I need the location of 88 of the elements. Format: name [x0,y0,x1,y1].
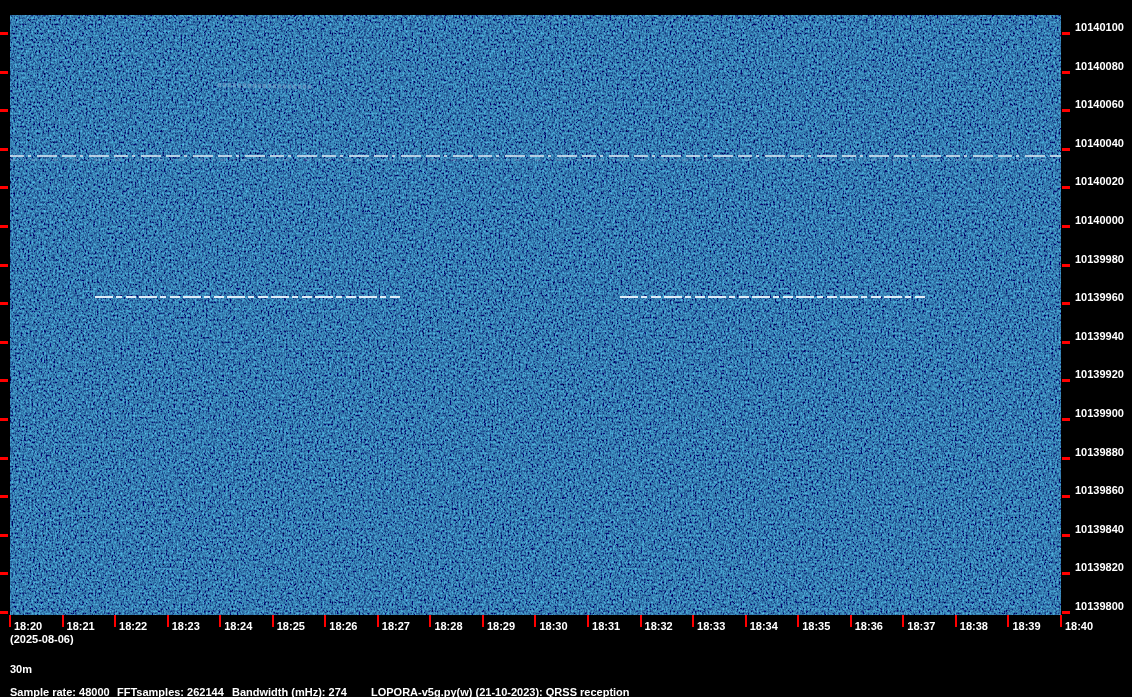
time-label: 18:31 [592,620,621,632]
time-label: 18:37 [907,620,936,632]
tick-mark [429,615,432,627]
time-label: 18:24 [224,620,253,632]
time-label: 18:22 [119,620,148,632]
frequency-label: 10139900 [1075,406,1124,420]
tick-mark [0,70,8,74]
time-label: 18:30 [539,620,568,632]
tick-mark [587,615,589,627]
tick-mark [0,32,8,35]
time-label: 18:34 [749,620,778,632]
time-label: 18:40 [1064,620,1094,632]
tick-mark [639,615,642,627]
time-label: 18:29 [486,620,516,632]
time-label: 18:33 [697,620,726,632]
frequency-label: 10140040 [1075,136,1124,150]
band-label: 30m [10,663,33,675]
tick-mark [0,379,8,383]
frequency-label: 10139820 [1075,561,1124,575]
tick-mark [0,109,8,113]
frequency-label: 10140060 [1075,98,1124,112]
frequency-label: 10140100 [1075,21,1124,34]
tick-mark [534,615,537,627]
tick-mark [324,615,327,627]
tick-mark [166,615,169,627]
tick-mark [902,615,905,627]
tick-mark [271,615,274,627]
time-label: 18:26 [329,620,358,632]
time-label: 18:20 [14,620,43,632]
tick-mark [1062,32,1070,35]
tick-mark [744,615,747,627]
frequency-label: 10140000 [1075,213,1124,227]
tick-mark [0,533,8,537]
tick-mark [61,615,64,627]
tick-mark [0,495,8,499]
time-label: 18:39 [1012,620,1041,632]
tick-mark [0,340,8,344]
time-label: 18:36 [854,620,883,632]
tick-mark [1007,615,1010,627]
tick-mark [0,147,8,151]
frequency-label: 10139920 [1075,368,1124,382]
tick-mark [1062,495,1070,499]
tick-mark [797,615,800,627]
tick-mark [0,302,8,306]
tick-mark [692,615,695,627]
tick-mark [219,615,222,627]
frequency-label: 10140080 [1075,59,1124,73]
tick-mark [1062,224,1070,228]
time-label: 18:35 [802,620,831,632]
time-label: 18:23 [171,620,200,632]
time-label: 18:38 [959,620,988,632]
tick-mark [1062,302,1070,306]
frequency-label: 10139840 [1075,522,1124,536]
tick-mark [0,456,8,460]
tick-mark [1062,456,1070,460]
date-label: (2025-08-06) [10,633,74,645]
tick-mark [0,224,8,228]
frequency-label: 10139880 [1075,445,1124,459]
tick-mark [1062,263,1070,267]
time-label: 18:32 [644,620,673,632]
tick-mark [1062,147,1070,151]
frequency-label: 10140020 [1075,175,1124,189]
tick-mark [1062,417,1070,421]
tick-mark [0,263,8,267]
tick-mark [0,186,8,190]
tick-mark [849,615,852,627]
tick-mark [376,615,379,627]
tick-mark [114,615,117,627]
tick-mark [1062,572,1070,576]
time-label: 18:21 [66,620,95,632]
tick-mark [1062,186,1070,190]
frequency-label: 10139940 [1075,329,1124,343]
time-label: 18:28 [434,620,463,632]
tick-mark [0,417,8,421]
time-label: 18:27 [381,620,410,632]
tick-mark [1062,379,1070,383]
tick-mark [1062,109,1070,113]
frequency-label: 10139800 [1075,599,1124,613]
tick-mark [0,572,8,576]
frequency-label: 10139960 [1075,291,1124,305]
tick-mark [1062,533,1070,537]
tick-mark [1062,340,1070,344]
time-label: 18:25 [276,620,305,632]
frequency-label: 10139980 [1075,252,1124,266]
tick-mark [1062,70,1070,74]
frequency-label: 10139860 [1075,484,1124,498]
tick-mark [481,615,484,627]
tick-mark [954,615,957,627]
